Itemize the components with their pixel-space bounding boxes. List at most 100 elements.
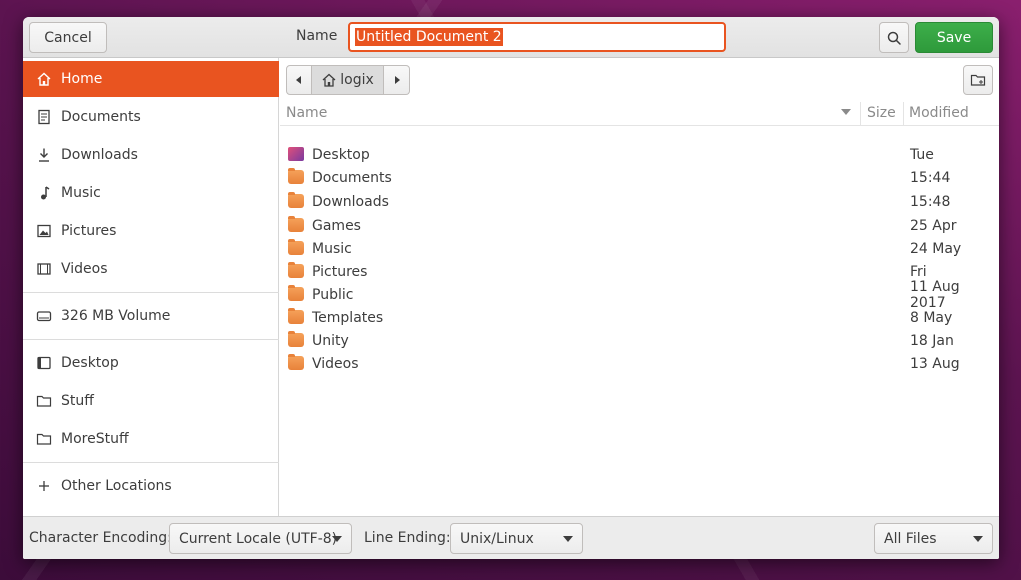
save-button[interactable]: Save (915, 22, 993, 53)
file-modified: 25 Apr (910, 217, 957, 234)
cancel-button[interactable]: Cancel (29, 22, 107, 53)
sort-down-icon (841, 109, 851, 115)
options-bar: Character Encoding: Current Locale (UTF-… (23, 516, 999, 559)
file-modified: 24 May (910, 240, 962, 257)
header-bar: Cancel Name Untitled Document 2 Save (23, 17, 999, 58)
file-row[interactable]: Videos 13 Aug (280, 352, 999, 375)
file-name: Desktop (312, 146, 370, 163)
file-modified: 15:48 (910, 193, 951, 210)
path-home-button[interactable]: logix (312, 65, 384, 95)
sidebar-item-pictures[interactable]: Pictures (23, 213, 279, 249)
file-name: Templates (312, 309, 384, 326)
sidebar-item-home[interactable]: Home (23, 61, 279, 97)
new-folder-icon (970, 74, 986, 86)
path-bar: logix (286, 65, 410, 95)
desktop-icon (36, 355, 52, 371)
file-row[interactable]: Pictures Fri (280, 260, 999, 283)
folder-icon (288, 308, 304, 324)
sidebar-item-other-locations[interactable]: Other Locations (23, 468, 279, 504)
encoding-value: Current Locale (UTF-8) (179, 530, 338, 547)
file-name: Downloads (312, 193, 389, 210)
filename-input[interactable]: Untitled Document 2 (348, 22, 726, 52)
file-filter-dropdown[interactable]: All Files (874, 523, 993, 554)
sidebar-item-label: Stuff (61, 393, 94, 409)
sidebar-item-volume[interactable]: 326 MB Volume (23, 298, 279, 334)
file-row[interactable]: Games 25 Apr (280, 214, 999, 237)
file-modified: 18 Jan (910, 332, 954, 349)
sidebar-separator (23, 462, 279, 463)
download-icon (36, 147, 52, 163)
file-filter-value: All Files (884, 530, 937, 547)
sidebar-item-label: Documents (61, 109, 141, 125)
search-icon (887, 31, 901, 45)
sidebar-item-label: Other Locations (61, 478, 172, 494)
sidebar-item-desktop[interactable]: Desktop (23, 345, 279, 381)
file-pane: logix Name Size Modified Desktop Tue Doc… (280, 58, 999, 516)
sidebar-item-downloads[interactable]: Downloads (23, 137, 279, 173)
column-name-header[interactable]: Name (286, 105, 327, 121)
sidebar-item-morestuff[interactable]: MoreStuff (23, 421, 279, 457)
column-modified-header[interactable]: Modified (909, 105, 969, 121)
save-dialog: Cancel Name Untitled Document 2 Save Hom… (23, 17, 999, 559)
drive-icon (36, 308, 52, 324)
sidebar-item-music[interactable]: Music (23, 175, 279, 211)
sidebar-item-label: Pictures (61, 223, 117, 239)
desktop-folder-icon (288, 147, 304, 161)
folder-icon (288, 285, 304, 301)
name-label: Name (296, 28, 338, 44)
file-name: Pictures (312, 263, 368, 280)
file-modified: 15:44 (910, 169, 951, 186)
encoding-dropdown[interactable]: Current Locale (UTF-8) (169, 523, 352, 554)
file-modified: Tue (910, 146, 934, 163)
folder-icon (288, 331, 304, 347)
line-ending-value: Unix/Linux (460, 530, 534, 547)
file-row[interactable]: Public 11 Aug 2017 (280, 279, 999, 311)
path-scroll-left-button[interactable] (286, 65, 312, 95)
folder-icon (288, 168, 304, 184)
sidebar-item-videos[interactable]: Videos (23, 251, 279, 287)
sidebar-item-stuff[interactable]: Stuff (23, 383, 279, 419)
folder-icon (36, 431, 52, 447)
document-icon (36, 109, 52, 125)
home-icon (322, 73, 336, 87)
line-ending-dropdown[interactable]: Unix/Linux (450, 523, 583, 554)
path-current-label: logix (340, 72, 374, 88)
file-modified: Fri (910, 263, 927, 280)
chevron-down-icon (563, 536, 573, 542)
file-name: Music (312, 240, 352, 257)
path-scroll-right-button[interactable] (384, 65, 410, 95)
sidebar-separator (23, 339, 279, 340)
sidebar-item-label: 326 MB Volume (61, 308, 171, 324)
sidebar-item-label: Home (61, 71, 103, 87)
encoding-label: Character Encoding: (29, 530, 172, 546)
file-name: Public (312, 286, 354, 303)
sidebar-item-label: Downloads (61, 147, 138, 163)
file-modified: 13 Aug (910, 355, 960, 372)
plus-icon (36, 478, 52, 494)
chevron-left-icon (296, 76, 301, 84)
create-folder-button[interactable] (963, 65, 993, 95)
folder-icon (288, 192, 304, 208)
home-icon (36, 71, 52, 87)
file-list-header: Name Size Modified (280, 102, 999, 126)
file-row[interactable]: Documents 15:44 (280, 166, 999, 189)
file-row[interactable]: Desktop Tue (280, 143, 999, 166)
file-row[interactable]: Unity 18 Jan (280, 329, 999, 352)
sidebar-separator (23, 292, 279, 293)
sidebar-item-documents[interactable]: Documents (23, 99, 279, 135)
column-size-header[interactable]: Size (867, 105, 896, 121)
file-row[interactable]: Templates 8 May (280, 306, 999, 329)
folder-icon (36, 393, 52, 409)
sidebar-item-label: Music (61, 185, 101, 201)
chevron-right-icon (394, 76, 400, 84)
search-button[interactable] (879, 22, 909, 53)
folder-icon (288, 262, 304, 278)
music-icon (36, 185, 52, 201)
file-row[interactable]: Downloads 15:48 (280, 190, 999, 213)
folder-icon (288, 239, 304, 255)
file-name: Games (312, 217, 361, 234)
file-name: Documents (312, 169, 392, 186)
file-row[interactable]: Music 24 May (280, 237, 999, 260)
places-sidebar: Home Documents Downloads Music Pictures (23, 58, 279, 516)
file-modified: 8 May (910, 309, 953, 326)
